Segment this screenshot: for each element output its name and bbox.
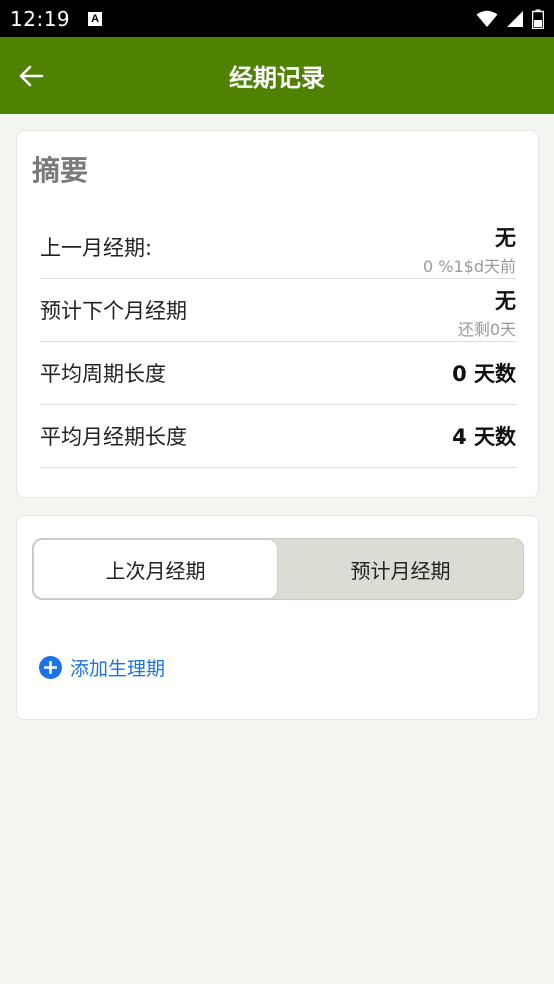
notification-a-icon: A bbox=[88, 11, 103, 26]
back-button[interactable] bbox=[16, 61, 46, 91]
row-value: 4 天数 bbox=[452, 425, 516, 449]
row-label: 上一月经期: bbox=[40, 236, 153, 260]
period-tabs-card: 上次月经期 预计月经期 添加生理期 bbox=[16, 515, 539, 720]
app-bar: 经期记录 bbox=[0, 37, 554, 114]
row-value: 0 天数 bbox=[452, 362, 516, 386]
battery-icon bbox=[532, 9, 544, 29]
row-next-period: 预计下个月经期 无 还剩0天 bbox=[40, 279, 516, 342]
status-left: 12:19 A bbox=[10, 6, 103, 31]
status-time: 12:19 bbox=[10, 6, 71, 31]
tab-predicted-period[interactable]: 预计月经期 bbox=[278, 539, 523, 599]
row-label: 预计下个月经期 bbox=[40, 299, 187, 323]
status-right bbox=[476, 9, 544, 29]
row-value: 无 bbox=[495, 289, 516, 313]
tab-last-period[interactable]: 上次月经期 bbox=[33, 539, 278, 599]
segmented-control: 上次月经期 预计月经期 bbox=[32, 538, 524, 600]
row-sub: 还剩0天 bbox=[457, 320, 516, 339]
row-avg-period: 平均月经期长度 4 天数 bbox=[40, 405, 516, 468]
row-sub: 0 %1$d天前 bbox=[423, 257, 516, 276]
plus-circle-icon bbox=[39, 656, 62, 679]
add-period-button[interactable]: 添加生理期 bbox=[39, 654, 165, 681]
page-title: 经期记录 bbox=[229, 64, 325, 92]
wifi-icon bbox=[476, 10, 498, 27]
row-value: 无 bbox=[495, 226, 516, 250]
status-bar: 12:19 A bbox=[0, 0, 554, 37]
summary-card: 摘要 上一月经期: 无 0 %1$d天前 预计下个月经期 无 还剩0天 平均周期… bbox=[16, 130, 539, 498]
signal-icon bbox=[507, 10, 523, 27]
row-label: 平均月经期长度 bbox=[40, 425, 187, 449]
row-last-period: 上一月经期: 无 0 %1$d天前 bbox=[40, 216, 516, 279]
summary-title: 摘要 bbox=[32, 154, 89, 187]
row-label: 平均周期长度 bbox=[40, 362, 166, 386]
add-period-label: 添加生理期 bbox=[70, 658, 166, 680]
arrow-left-icon bbox=[19, 65, 44, 87]
row-avg-cycle: 平均周期长度 0 天数 bbox=[40, 342, 516, 405]
